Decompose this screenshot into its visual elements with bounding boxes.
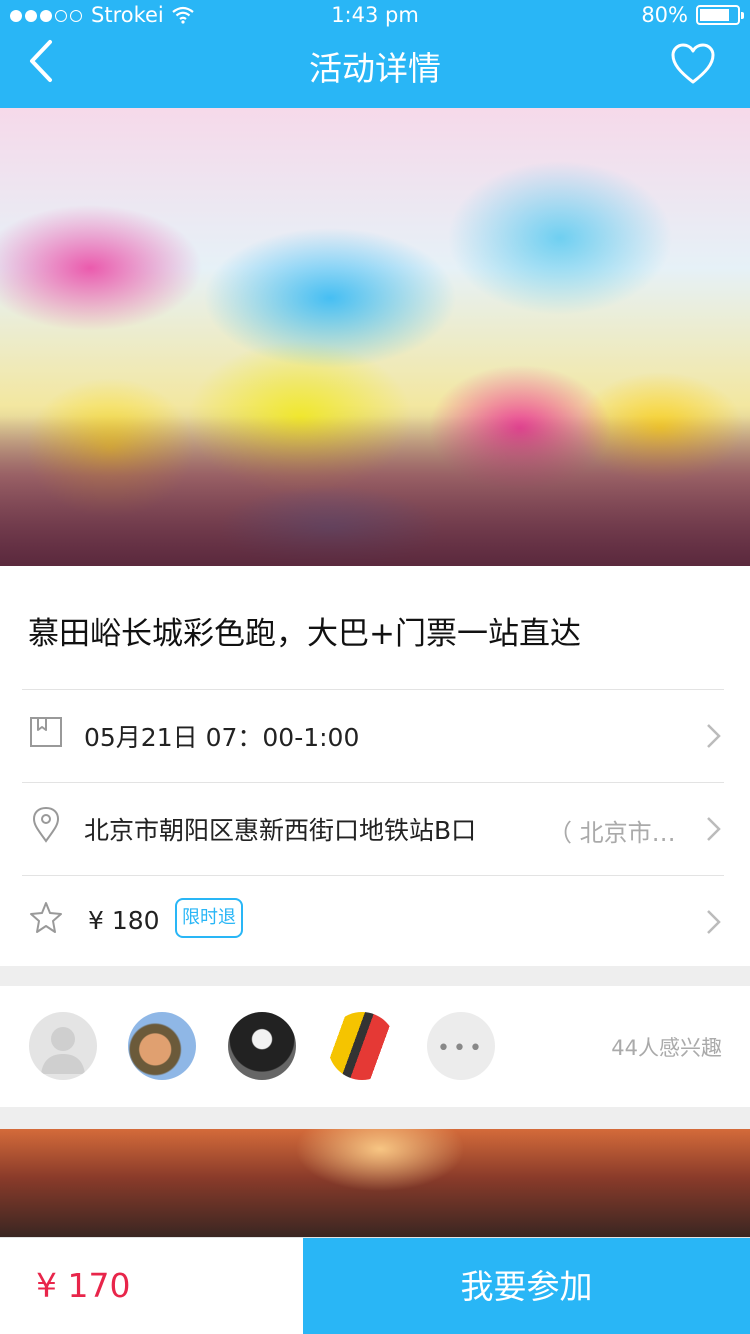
avatar[interactable] [228, 1012, 296, 1080]
heart-icon[interactable] [670, 42, 716, 86]
chevron-right-icon [707, 724, 721, 748]
bottom-bar: ¥ 170 我要参加 [0, 1237, 750, 1334]
section-gap [0, 966, 750, 986]
calendar-icon [30, 717, 62, 747]
chevron-right-icon [707, 817, 721, 841]
hero-image [0, 108, 750, 566]
battery-percent: 80% [641, 3, 688, 27]
battery-icon [696, 5, 744, 25]
avatar[interactable] [128, 1012, 196, 1080]
price-row[interactable]: ¥ 180 [0, 876, 750, 968]
more-dots-icon: ••• [437, 1036, 485, 1061]
event-address: 北京市朝阳区惠新西街口地铁站B口 [84, 816, 477, 845]
event-date: 05月21日 07：00-1:00 [84, 723, 360, 752]
promo-image [0, 1129, 750, 1237]
avatar[interactable] [29, 1012, 97, 1080]
more-participants-button[interactable]: ••• [427, 1012, 495, 1080]
footer-price: ¥ 170 [36, 1266, 131, 1305]
location-pin-icon [32, 807, 60, 843]
date-row[interactable]: 05月21日 07：00-1:00 [0, 690, 750, 782]
avatar-placeholder-icon [41, 1027, 85, 1074]
avatar[interactable] [328, 1012, 396, 1080]
status-right: 80% [641, 3, 744, 27]
event-address-extra: （ 北京市… [548, 819, 676, 847]
interested-count: 44人感兴趣 [611, 1036, 722, 1060]
refund-badge: 限时退 [175, 898, 243, 938]
status-bar: Strokei 1:43 pm 80% [0, 0, 750, 34]
chevron-right-icon [707, 910, 721, 934]
app-header: Strokei 1:43 pm 80% 活动详情 [0, 0, 750, 108]
event-title: 慕田峪长城彩色跑，大巴+门票一站直达 [28, 616, 581, 652]
section-gap [0, 1107, 750, 1129]
join-button[interactable]: 我要参加 [303, 1238, 750, 1334]
hero-crowd [0, 416, 750, 566]
star-icon [30, 902, 62, 933]
address-row[interactable]: 北京市朝阳区惠新西街口地铁站B口 （ 北京市… [0, 783, 750, 875]
status-time: 1:43 pm [331, 3, 419, 27]
page-title: 活动详情 [309, 49, 441, 88]
event-price: ¥ 180 [88, 906, 160, 935]
